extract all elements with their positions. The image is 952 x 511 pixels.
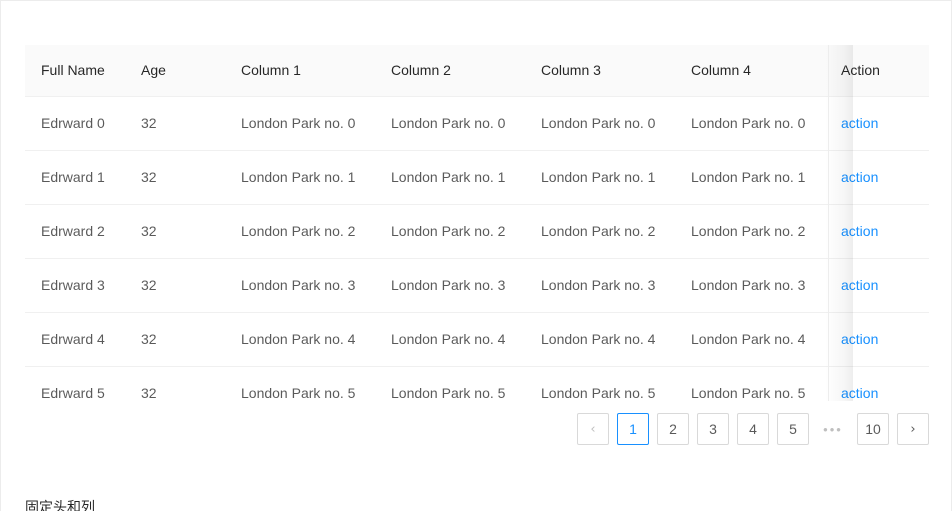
cell-action: action	[825, 312, 929, 367]
action-link[interactable]: action	[841, 277, 878, 293]
column-header-age[interactable]: Age	[125, 45, 225, 97]
pagination-ellipsis[interactable]: •••	[817, 413, 849, 445]
cell-column-1: London Park no. 2	[225, 204, 375, 259]
pagination-page-5[interactable]: 5	[777, 413, 809, 445]
table-header: Full Name Age Column 1 Column 2 Column 3…	[25, 45, 929, 97]
cell-full-name: Edrward 4	[25, 312, 125, 367]
pagination-next-button[interactable]: ›	[897, 413, 929, 445]
cell-full-name: Edrward 2	[25, 204, 125, 259]
cell-column-1: London Park no. 5	[225, 366, 375, 401]
table-row: Edrward 1 32 London Park no. 1 London Park …	[25, 150, 929, 205]
cell-column-3: London Park no. 2	[525, 204, 675, 259]
cell-column-1: London Park no. 3	[225, 258, 375, 313]
cell-age: 32	[125, 96, 225, 151]
cell-age: 32	[125, 366, 225, 401]
cell-action: action	[825, 366, 929, 401]
action-link[interactable]: action	[841, 115, 878, 131]
cell-column-4: London Park no. 1	[675, 150, 825, 205]
cell-column-2: London Park no. 2	[375, 204, 525, 259]
pagination-page-2[interactable]: 2	[657, 413, 689, 445]
column-header-full-name[interactable]: Full Name	[25, 45, 125, 97]
action-link[interactable]: action	[841, 331, 878, 347]
table-row: Edrward 2 32 London Park no. 2 London Park …	[25, 204, 929, 259]
cell-full-name: Edrward 0	[25, 96, 125, 151]
table-row: Edrward 4 32 London Park no. 4 London Park …	[25, 312, 929, 367]
cell-column-1: London Park no. 4	[225, 312, 375, 367]
action-link[interactable]: action	[841, 223, 878, 239]
cell-column-4: London Park no. 3	[675, 258, 825, 313]
pagination-page-last[interactable]: 10	[857, 413, 889, 445]
column-header-column-1[interactable]: Column 1	[225, 45, 375, 97]
table-scroll-container[interactable]: Full Name Age Column 1 Column 2 Column 3…	[25, 45, 929, 401]
cell-column-2: London Park no. 5	[375, 366, 525, 401]
cell-age: 32	[125, 312, 225, 367]
data-table: Full Name Age Column 1 Column 2 Column 3…	[25, 45, 929, 401]
cell-column-2: London Park no. 0	[375, 96, 525, 151]
cell-column-2: London Park no. 1	[375, 150, 525, 205]
action-link[interactable]: action	[841, 169, 878, 185]
chevron-left-icon: ‹	[590, 421, 596, 437]
cell-column-2: London Park no. 3	[375, 258, 525, 313]
chevron-right-icon: ›	[910, 421, 916, 437]
cell-column-1: London Park no. 1	[225, 150, 375, 205]
column-header-column-2[interactable]: Column 2	[375, 45, 525, 97]
data-table-card: Full Name Age Column 1 Column 2 Column 3…	[25, 45, 929, 401]
cell-column-2: London Park no. 4	[375, 312, 525, 367]
cell-column-4: London Park no. 2	[675, 204, 825, 259]
action-link[interactable]: action	[841, 385, 878, 401]
cell-full-name: Edrward 1	[25, 150, 125, 205]
column-header-column-3[interactable]: Column 3	[525, 45, 675, 97]
cell-action: action	[825, 96, 929, 151]
cell-column-1: London Park no. 0	[225, 96, 375, 151]
cell-column-3: London Park no. 3	[525, 258, 675, 313]
cell-age: 32	[125, 150, 225, 205]
table-row: Edrward 3 32 London Park no. 3 London Park …	[25, 258, 929, 313]
cell-age: 32	[125, 258, 225, 313]
pagination: ‹ 1 2 3 4 5 ••• 10 ›	[25, 409, 929, 449]
pagination-prev-button[interactable]: ‹	[577, 413, 609, 445]
column-header-action[interactable]: Action	[825, 45, 929, 97]
cell-column-4: London Park no. 5	[675, 366, 825, 401]
cell-column-3: London Park no. 0	[525, 96, 675, 151]
page-root: Full Name Age Column 1 Column 2 Column 3…	[0, 0, 952, 511]
table-header-row: Full Name Age Column 1 Column 2 Column 3…	[25, 45, 929, 97]
column-header-column-4[interactable]: Column 4	[675, 45, 825, 97]
cell-column-3: London Park no. 1	[525, 150, 675, 205]
cell-action: action	[825, 258, 929, 313]
table-row: Edrward 5 32 London Park no. 5 London Park …	[25, 366, 929, 401]
cell-column-3: London Park no. 4	[525, 312, 675, 367]
cell-full-name: Edrward 3	[25, 258, 125, 313]
cell-column-3: London Park no. 5	[525, 366, 675, 401]
table-row: Edrward 0 32 London Park no. 0 London Park …	[25, 96, 929, 151]
cell-action: action	[825, 150, 929, 205]
table-body: Edrward 0 32 London Park no. 0 London Park …	[25, 96, 929, 401]
pagination-page-3[interactable]: 3	[697, 413, 729, 445]
section-caption: 固定头和列	[25, 499, 95, 511]
cell-action: action	[825, 204, 929, 259]
cell-column-4: London Park no. 0	[675, 96, 825, 151]
cell-column-4: London Park no. 4	[675, 312, 825, 367]
pagination-page-4[interactable]: 4	[737, 413, 769, 445]
cell-age: 32	[125, 204, 225, 259]
cell-full-name: Edrward 5	[25, 366, 125, 401]
pagination-page-1[interactable]: 1	[617, 413, 649, 445]
